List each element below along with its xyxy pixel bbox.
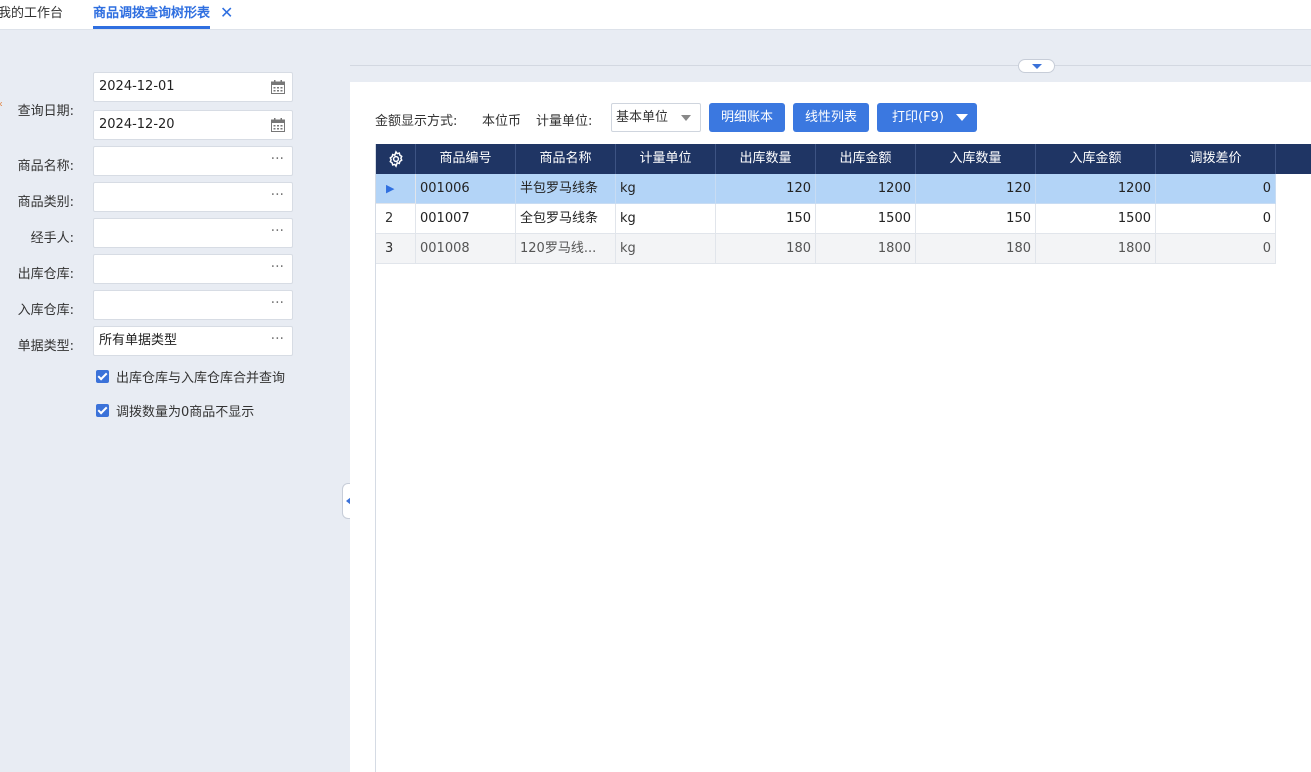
row-indicator: 3: [376, 234, 416, 264]
cell-in-qty: 180: [916, 234, 1036, 264]
cell-out-amount: 1500: [816, 204, 916, 234]
tab-bar: 我的工作台 商品调拨查询树形表 ✕: [0, 0, 1311, 30]
out-warehouse-field[interactable]: ···: [93, 254, 293, 284]
cell-code: 001008: [416, 234, 516, 264]
col-diff[interactable]: 调拨差价: [1156, 144, 1276, 174]
cell-in-amount: 1200: [1036, 174, 1156, 204]
gear-icon[interactable]: [376, 144, 416, 174]
filter-panel: *查询日期: 2024-12-01 2024-12-20 商品名称: ··· 商…: [0, 30, 349, 772]
in-warehouse-label: 入库仓库:: [17, 303, 74, 318]
date-to-field[interactable]: 2024-12-20: [93, 110, 293, 140]
hide-zero-label[interactable]: 调拨数量为0商品不显示: [116, 401, 254, 420]
expand-top-handle[interactable]: [1018, 59, 1055, 73]
doc-type-field[interactable]: 所有单据类型 ···: [93, 326, 293, 356]
unit-select[interactable]: 基本单位: [611, 103, 701, 132]
divider: [350, 65, 1311, 66]
cell-unit: kg: [616, 234, 716, 264]
calendar-icon[interactable]: [271, 118, 285, 132]
product-name-label: 商品名称:: [17, 159, 74, 174]
unit-label: 计量单位:: [536, 114, 593, 129]
col-in-qty[interactable]: 入库数量: [916, 144, 1036, 174]
more-icon[interactable]: ···: [271, 255, 284, 279]
merge-warehouse-label[interactable]: 出库仓库与入库仓库合并查询: [116, 367, 285, 386]
more-icon[interactable]: ···: [271, 183, 284, 207]
doc-type-label: 单据类型:: [17, 339, 74, 354]
more-icon[interactable]: ···: [271, 219, 284, 243]
merge-warehouse-checkbox[interactable]: [96, 370, 109, 383]
more-icon[interactable]: ···: [271, 327, 284, 351]
chevron-down-icon[interactable]: [947, 103, 977, 132]
cell-out-qty: 120: [716, 174, 816, 204]
cell-unit: kg: [616, 204, 716, 234]
date-label: *查询日期:: [0, 100, 74, 119]
amount-mode-value: 本位币: [482, 114, 522, 129]
print-button-label: 打印(F9): [892, 110, 944, 125]
date-to-value: 2024-12-20: [99, 117, 175, 132]
hide-zero-checkbox[interactable]: [96, 404, 109, 417]
table-row[interactable]: 2 001007 全包罗马线条 kg 150 1500 150 1500 0: [376, 204, 1276, 234]
date-from-field[interactable]: 2024-12-01: [93, 72, 293, 102]
amount-mode-label: 金额显示方式:: [375, 114, 458, 129]
tab-transfer-tree[interactable]: 商品调拨查询树形表: [93, 0, 211, 29]
cell-out-qty: 150: [716, 204, 816, 234]
doc-type-value: 所有单据类型: [99, 333, 178, 348]
col-code[interactable]: 商品编号: [416, 144, 516, 174]
grid-header: 商品编号 商品名称 计量单位 出库数量 出库金额 入库数量 入库金额 调拨差价: [376, 144, 1311, 174]
cell-unit: kg: [616, 174, 716, 204]
product-category-label: 商品类别:: [17, 195, 74, 210]
col-name[interactable]: 商品名称: [516, 144, 616, 174]
detail-ledger-button[interactable]: 明细账本: [709, 103, 785, 132]
unit-select-value: 基本单位: [616, 110, 669, 125]
cell-in-amount: 1800: [1036, 234, 1156, 264]
table-row[interactable]: ▶ 001006 半包罗马线条 kg 120 1200 120 1200 0: [376, 174, 1276, 204]
date-from-value: 2024-12-01: [99, 79, 175, 94]
print-button[interactable]: 打印(F9): [877, 103, 977, 132]
row-indicator: ▶: [376, 174, 416, 204]
linear-list-button[interactable]: 线性列表: [793, 103, 869, 132]
handler-field[interactable]: ···: [93, 218, 293, 248]
chevron-down-icon: [681, 115, 691, 121]
cell-diff: 0: [1156, 174, 1276, 204]
in-warehouse-field[interactable]: ···: [93, 290, 293, 320]
col-unit[interactable]: 计量单位: [616, 144, 716, 174]
col-out-qty[interactable]: 出库数量: [716, 144, 816, 174]
cell-in-qty: 120: [916, 174, 1036, 204]
calendar-icon[interactable]: [271, 80, 285, 94]
cell-code: 001007: [416, 204, 516, 234]
tab-home[interactable]: 我的工作台: [0, 0, 63, 30]
more-icon[interactable]: ···: [271, 291, 284, 315]
more-icon[interactable]: ···: [271, 147, 284, 171]
cell-in-qty: 150: [916, 204, 1036, 234]
col-in-amount[interactable]: 入库金额: [1036, 144, 1156, 174]
cell-diff: 0: [1156, 204, 1276, 234]
cell-name: 半包罗马线条: [516, 174, 616, 204]
cell-diff: 0: [1156, 234, 1276, 264]
close-icon[interactable]: ✕: [220, 5, 234, 21]
row-indicator: 2: [376, 204, 416, 234]
cell-name: 120罗马线...: [516, 234, 616, 264]
cell-out-amount: 1200: [816, 174, 916, 204]
col-out-amount[interactable]: 出库金额: [816, 144, 916, 174]
product-name-field[interactable]: ···: [93, 146, 293, 176]
cell-out-qty: 180: [716, 234, 816, 264]
required-icon: *: [0, 100, 3, 115]
product-category-field[interactable]: ···: [93, 182, 293, 212]
out-warehouse-label: 出库仓库:: [17, 267, 74, 282]
table-row[interactable]: 3 001008 120罗马线... kg 180 1800 180 1800 …: [376, 234, 1276, 264]
transfer-grid: 商品编号 商品名称 计量单位 出库数量 出库金额 入库数量 入库金额 调拨差价 …: [375, 144, 1311, 772]
cell-out-amount: 1800: [816, 234, 916, 264]
result-panel: 金额显示方式: 本位币 计量单位: 基本单位 明细账本 线性列表 打印(F9) …: [350, 82, 1311, 772]
cell-in-amount: 1500: [1036, 204, 1156, 234]
cell-code: 001006: [416, 174, 516, 204]
cell-name: 全包罗马线条: [516, 204, 616, 234]
handler-label: 经手人:: [30, 231, 74, 246]
